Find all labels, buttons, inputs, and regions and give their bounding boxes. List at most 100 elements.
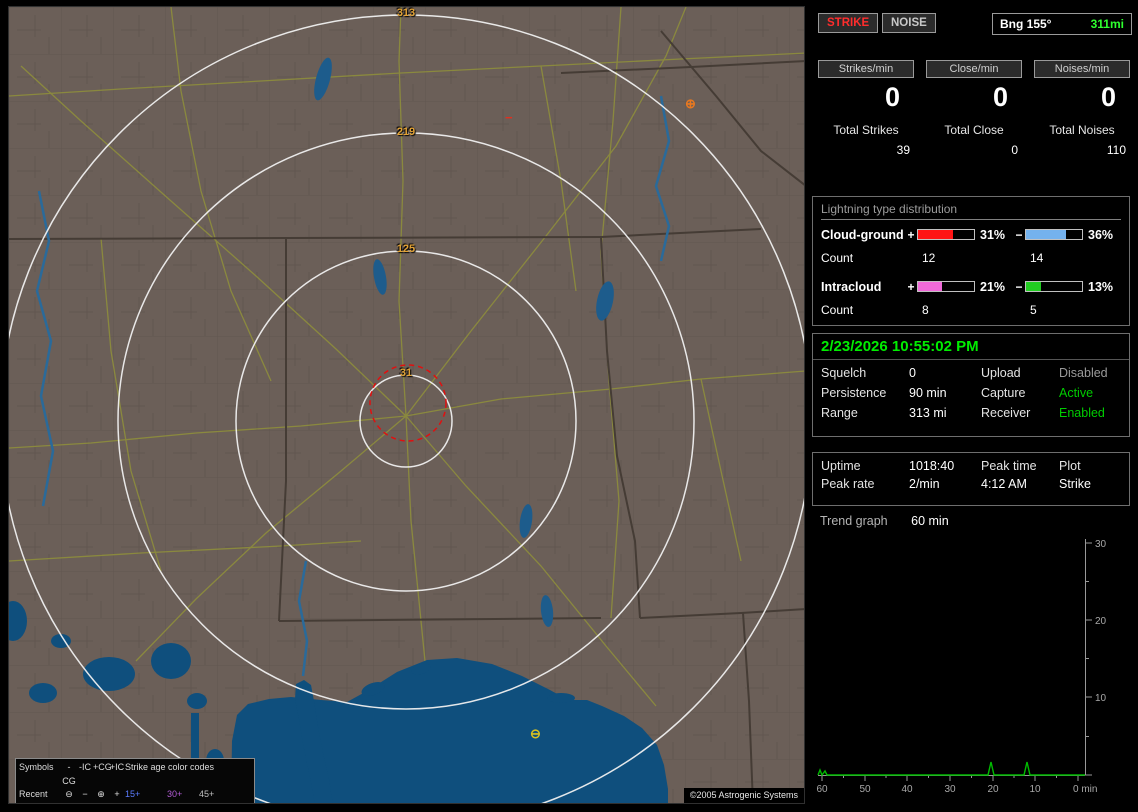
uptime-cell: 1018:40 — [909, 459, 955, 473]
bearing-distance-box: Bng 155° 311mi — [992, 13, 1132, 35]
status-cell: Disabled — [1059, 366, 1108, 380]
intracloud-row: Intracloud + 21% − 13% — [821, 275, 1121, 298]
uptime-cell: Peak rate — [821, 477, 875, 491]
graph-tick-labels: 30 20 10 60 50 40 30 20 10 0 min — [816, 539, 1106, 795]
status-cell: Squelch — [821, 366, 867, 380]
trend-window-value: 60 min — [911, 514, 949, 528]
strikes-per-min-value: 0 — [884, 82, 900, 112]
close-per-min-button[interactable]: Close/min — [926, 60, 1022, 78]
total-close-label: Total Close — [944, 123, 1004, 137]
copyright-notice: ©2005 Astrogenic Systems — [683, 788, 804, 803]
pos-ic-icon: + — [109, 802, 125, 804]
bar-fill — [1026, 282, 1041, 291]
legend-old-row: Old ⊖ − ⊕ + 60+ 75+ 90+ — [19, 802, 251, 804]
receiver-status-panel: 2/23/2026 10:55:02 PM Squelch 0 Upload D… — [812, 333, 1130, 437]
range-ring-label: 313 — [396, 7, 416, 19]
trend-graph: 30 20 10 60 50 40 30 20 10 0 min — [812, 533, 1130, 803]
graph-axes — [818, 539, 1092, 781]
receiver-status-grid: Squelch 0 Upload Disabled Persistence 90… — [813, 360, 1129, 426]
intracloud-plus-bar — [917, 281, 975, 292]
total-strikes-label: Total Strikes — [833, 123, 899, 137]
bar-fill — [918, 282, 942, 291]
intracloud-plus-pct: 21% — [980, 279, 1006, 294]
cloud-ground-plus-bar — [917, 229, 975, 240]
pos-cg-icon: ⊕ — [93, 802, 109, 804]
noises-per-min-column: Noises/min 0 Total Noises 110 — [1034, 60, 1130, 157]
legend-row-label: Recent — [19, 789, 48, 799]
range-ring-label: 125 — [396, 243, 416, 255]
cloud-ground-minus-bar — [1025, 229, 1083, 240]
total-strikes-value: 39 — [896, 143, 910, 157]
svg-text:30: 30 — [1095, 539, 1107, 550]
uptime-cell: Strike — [1059, 477, 1091, 491]
intracloud-minus-count: 5 — [1030, 302, 1037, 317]
mode-toolbar: STRIKE NOISE Bng 155° 311mi — [818, 13, 1132, 37]
legend-col-label: -CG — [62, 762, 76, 786]
status-cell: Capture — [981, 386, 1026, 400]
close-per-min-column: Close/min 0 Total Close 0 — [926, 60, 1022, 157]
status-cell: Enabled — [1059, 406, 1105, 420]
plus-sign: + — [907, 279, 915, 294]
cloud-ground-plus-count: 12 — [922, 250, 936, 265]
noises-per-min-button[interactable]: Noises/min — [1034, 60, 1130, 78]
neg-cg-icon: ⊖ — [61, 802, 77, 804]
legend-recent-row: Recent ⊖ − ⊕ + 15+ 30+ 45+ — [19, 788, 251, 802]
status-cell: 313 mi — [909, 406, 947, 420]
age-code: 90+ — [199, 802, 231, 804]
datetime-display: 2/23/2026 10:55:02 PM — [813, 334, 1129, 360]
close-per-min-value: 0 — [992, 82, 1008, 112]
cloud-ground-label: Cloud-ground — [821, 227, 904, 242]
range-ring-label: 219 — [396, 126, 416, 138]
status-cell: Range — [821, 406, 858, 420]
bar-fill — [1026, 230, 1067, 239]
uptime-cell: 2/min — [909, 477, 940, 491]
neg-cg-icon: ⊖ — [65, 789, 73, 799]
uptime-grid: Uptime 1018:40 Peak time Plot Peak rate … — [813, 453, 1129, 497]
pos-ic-icon: + — [114, 789, 120, 799]
strikes-per-min-button[interactable]: Strikes/min — [818, 60, 914, 78]
uptime-cell: Peak time — [981, 459, 1037, 473]
noises-per-min-value: 0 — [1100, 82, 1116, 112]
total-close-value: 0 — [1011, 143, 1018, 157]
cloud-ground-minus-count: 14 — [1030, 250, 1044, 265]
legend-header-row: Symbols -CG -IC +CG +IC Strike age color… — [19, 761, 251, 788]
strikes-per-min-column: Strikes/min 0 Total Strikes 39 — [818, 60, 914, 157]
distribution-title: Lightning type distribution — [821, 202, 1121, 220]
legend-age-header: Strike age color codes — [125, 762, 215, 772]
legend-row-label: Old — [19, 802, 61, 804]
status-sidebar: STRIKE NOISE Bng 155° 311mi Strikes/min … — [812, 0, 1138, 812]
uptime-cell: 4:12 AM — [981, 477, 1027, 491]
distance-value: 311mi — [1090, 17, 1124, 31]
map-legend: Symbols -CG -IC +CG +IC Strike age color… — [15, 758, 255, 804]
status-cell: Persistence — [821, 386, 887, 400]
legend-col-label: -IC — [79, 762, 91, 772]
radar-map[interactable]: 313 219 125 31 ⊕ − ⊖ Symbols -CG -IC +CG… — [8, 6, 805, 804]
trend-graph-label-row: Trend graph 60 min — [820, 514, 949, 528]
legend-col-label: +CG — [93, 762, 112, 772]
cloud-ground-row: Cloud-ground + 31% − 36% — [821, 223, 1121, 246]
neg-ic-icon: − — [77, 802, 93, 804]
strike-symbol-negative-cg-icon: ⊖ — [530, 726, 541, 741]
age-code: 75+ — [167, 802, 199, 804]
svg-text:50: 50 — [859, 784, 871, 795]
uptime-cell: Uptime — [821, 459, 861, 473]
cloud-ground-plus-pct: 31% — [980, 227, 1006, 242]
legend-symbols-header: Symbols — [19, 762, 54, 772]
strike-mode-button[interactable]: STRIKE — [818, 13, 879, 33]
svg-text:10: 10 — [1095, 693, 1107, 704]
neg-ic-icon: − — [82, 789, 88, 799]
age-code: 30+ — [167, 789, 183, 799]
uptime-cell: Plot — [1059, 459, 1081, 473]
legend-col-label: +IC — [109, 762, 125, 772]
status-cell: 90 min — [909, 386, 947, 400]
count-label: Count — [821, 302, 854, 317]
plus-sign: + — [907, 227, 915, 242]
status-cell: Active — [1059, 386, 1094, 400]
noise-mode-button[interactable]: NOISE — [882, 13, 936, 33]
svg-text:40: 40 — [901, 784, 913, 795]
svg-text:30: 30 — [944, 784, 956, 795]
age-code: 15+ — [125, 789, 141, 799]
intracloud-count-row: Count 8 5 — [821, 298, 1121, 321]
status-cell: 0 — [909, 366, 916, 380]
status-cell: Receiver — [981, 406, 1031, 420]
